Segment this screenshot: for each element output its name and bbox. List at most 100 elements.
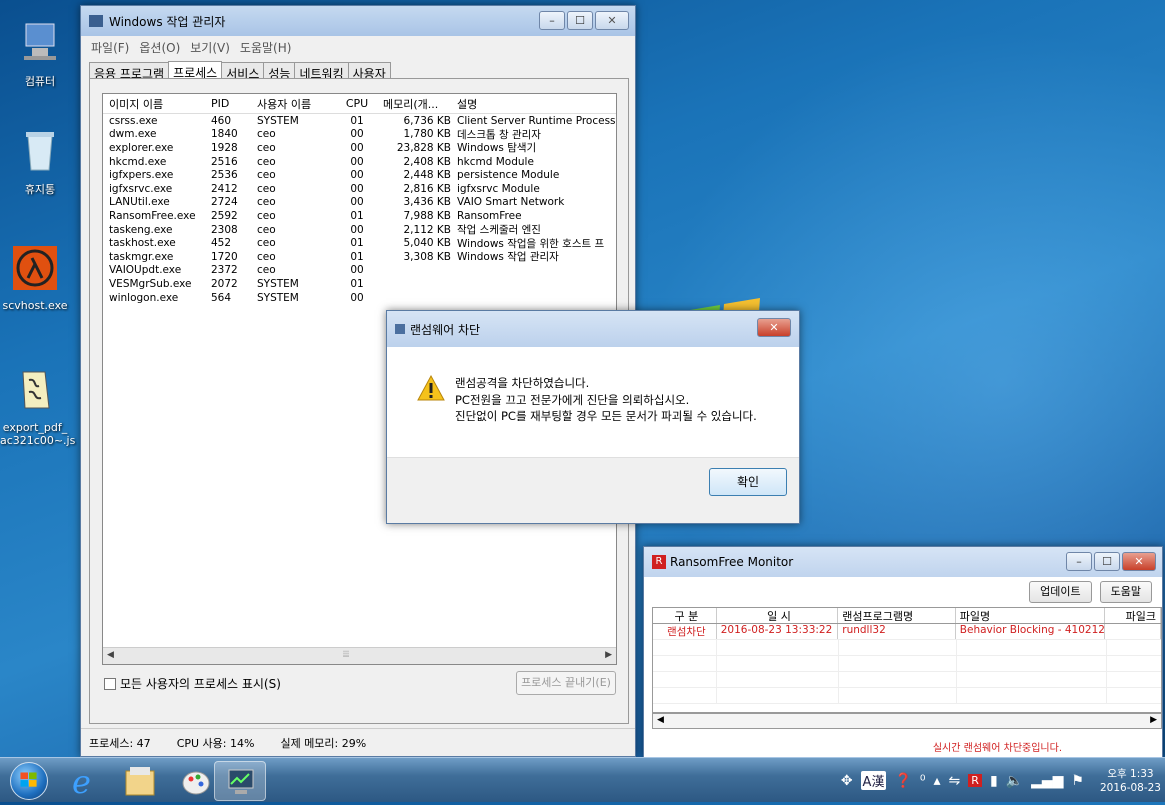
menu-help[interactable]: 도움말(H) — [240, 39, 292, 56]
table-row[interactable]: RansomFree.exe 2592 ceo 01 7,988 KB RansomFre… — [103, 209, 616, 223]
update-button[interactable]: 업데이트 — [1029, 581, 1092, 603]
status-bar: 프로세스: 47 CPU 사용: 14% 실제 메모리: 29% — [81, 728, 635, 756]
menu-file[interactable]: 파일(F) — [91, 39, 129, 56]
table-row[interactable]: taskeng.exe 2308 ceo 00 2,112 KB 작업 스케줄러 엔진 — [103, 223, 616, 237]
dialog-footer: 확인 — [387, 457, 799, 523]
column-description[interactable]: 설명 — [457, 96, 616, 112]
close-button[interactable]: ✕ — [595, 11, 629, 30]
table-row[interactable]: dwm.exe 1840 ceo 00 1,780 KB 데스크톱 창 관리자 — [103, 128, 616, 142]
table-cell: 01 — [350, 250, 364, 263]
column-image-name[interactable]: 이미지 이름 — [103, 96, 211, 112]
rf-col-program[interactable]: 랜섬프로그램명 — [838, 608, 956, 623]
table-cell: RansomFree — [457, 209, 522, 222]
desktop-icon-export-js[interactable]: export_pdf_ ac321c00~.js — [0, 368, 75, 447]
table-cell: 3,308 KB — [403, 250, 452, 263]
table-row[interactable]: hkcmd.exe 2516 ceo 00 2,408 KB hkcmd Module — [103, 155, 616, 169]
table-row[interactable]: csrss.exe 460 SYSTEM 01 6,736 KB Client Serve… — [103, 114, 616, 128]
rf-close-button[interactable]: ✕ — [1122, 552, 1156, 571]
table-row[interactable]: igfxsrvc.exe 2412 ceo 00 2,816 KB igfxsrvc Mo… — [103, 182, 616, 196]
table-cell: 00 — [350, 223, 364, 236]
table-row[interactable]: taskhost.exe 452 ceo 01 5,040 KB Windows 작업을 … — [103, 236, 616, 250]
table-cell: 2536 — [211, 169, 238, 182]
device-icon[interactable]: ▮ — [990, 773, 998, 789]
taskbar-explorer[interactable] — [114, 761, 166, 801]
desktop-icon-label: 컴퓨터 — [24, 75, 56, 88]
help-button[interactable]: 도움말 — [1099, 581, 1152, 603]
menu-bar: 파일(F) 옵션(O) 보기(V) 도움말(H) — [81, 36, 635, 58]
maximize-button[interactable]: ☐ — [567, 11, 593, 30]
half-life-lambda-icon — [13, 246, 57, 290]
scroll-left-icon[interactable]: ◀ — [107, 650, 114, 660]
scroll-right-icon[interactable]: ▶ — [605, 650, 612, 660]
table-row[interactable]: LANUtil.exe 2724 ceo 00 3,436 KB VAIO Smart N… — [103, 196, 616, 210]
title-bar[interactable]: Windows 작업 관리자 – ☐ ✕ — [81, 6, 635, 36]
scroll-thumb-grip-icon: ⦙⦙⦙ — [343, 650, 350, 660]
desktop-icon-scvhost[interactable]: scvhost.exe — [0, 246, 70, 312]
table-row[interactable]: explorer.exe 1928 ceo 00 23,828 KB Windows 탐색… — [103, 141, 616, 155]
column-memory[interactable]: 메모리(개... — [377, 96, 457, 112]
action-center-flag-icon[interactable]: ⚑ — [1071, 773, 1084, 789]
rf-title-bar[interactable]: R RansomFree Monitor – ☐ ✕ — [644, 547, 1162, 577]
rf-col-filename[interactable]: 파일명 — [956, 608, 1106, 623]
show-hidden-icons-icon[interactable]: ▴ — [934, 773, 941, 789]
table-row[interactable]: igfxpers.exe 2536 ceo 00 2,448 KB persistence… — [103, 168, 616, 182]
menu-view[interactable]: 보기(V) — [190, 39, 230, 56]
menu-options[interactable]: 옵션(O) — [139, 39, 180, 56]
desktop-icon-computer[interactable]: 컴퓨터 — [5, 20, 75, 89]
table-cell: 452 — [211, 237, 232, 250]
table-row[interactable]: taskmgr.exe 1720 ceo 01 3,308 KB Windows 작업 관… — [103, 250, 616, 264]
dialog-title-bar[interactable]: 랜섬웨어 차단 ✕ — [387, 311, 799, 347]
desktop-icon-recycle-bin[interactable]: 휴지통 — [5, 128, 75, 197]
table-cell: hkcmd Module — [457, 155, 534, 168]
end-process-button[interactable]: 프로세스 끝내기(E) — [516, 671, 616, 695]
table-row[interactable]: VAIOUpdt.exe 2372 ceo 00 — [103, 264, 616, 278]
rf-col-filesize[interactable]: 파일크 — [1105, 608, 1161, 623]
ransomfree-tray-icon[interactable]: R — [968, 774, 982, 787]
table-cell: taskhost.exe — [109, 237, 176, 250]
signal-icon[interactable]: ▂▄▆ — [1031, 773, 1063, 789]
rf-col-datetime[interactable]: 일 시 — [717, 608, 839, 623]
table-cell: winlogon.exe — [109, 291, 179, 304]
horizontal-scrollbar[interactable]: ◀ ⦙⦙⦙ ▶ — [103, 647, 616, 664]
minimize-button[interactable]: – — [539, 11, 565, 30]
script-file-icon — [22, 371, 50, 409]
dialog-close-button[interactable]: ✕ — [757, 318, 791, 337]
rf-horizontal-scrollbar[interactable]: ◀ ▶ — [652, 713, 1162, 729]
table-row[interactable]: VESMgrSub.exe 2072 SYSTEM 01 — [103, 277, 616, 291]
table-cell: taskeng.exe — [109, 223, 173, 236]
rf-toolbar: 업데이트 도움말 — [1029, 581, 1152, 603]
rf-col-type[interactable]: 구 분 — [653, 608, 717, 623]
ime-help-icon[interactable]: ❓ — [894, 773, 911, 789]
table-cell: 1928 — [211, 141, 238, 154]
table-cell: taskmgr.exe — [109, 250, 174, 263]
table-cell: igfxsrvc Module — [457, 182, 540, 195]
show-all-users-checkbox[interactable]: 모든 사용자의 프로세스 표시(S) — [104, 675, 281, 692]
taskbar-ie[interactable]: e — [58, 761, 110, 801]
ime-indicator[interactable]: A漢 — [860, 771, 887, 790]
rf-scroll-right-icon[interactable]: ▶ — [1150, 715, 1157, 725]
ok-button[interactable]: 확인 — [709, 468, 787, 496]
internet-explorer-icon: e — [72, 763, 91, 801]
sync-icon[interactable]: ⇋ — [949, 773, 961, 789]
checkbox-box[interactable] — [104, 677, 116, 690]
network-tools-icon[interactable]: ✥ — [841, 773, 853, 789]
start-button[interactable] — [10, 762, 48, 800]
table-cell: 2724 — [211, 196, 238, 209]
status-memory: 실제 메모리: 29% — [280, 736, 367, 750]
clock[interactable]: 오후 1:33 2016-08-23 — [1100, 767, 1161, 795]
table-cell: SYSTEM — [257, 114, 299, 127]
table-cell: ceo — [257, 264, 276, 277]
table-row[interactable]: 랜섬차단 2016-08-23 13:33:22 rundll32 Behavi… — [653, 624, 1161, 640]
table-cell: 1,780 KB — [403, 128, 452, 141]
volume-icon[interactable]: 🔈 — [1006, 773, 1023, 789]
ime-settings-icon[interactable]: ⁰ — [920, 773, 926, 789]
rf-window-title: RansomFree Monitor — [670, 555, 794, 569]
table-row[interactable]: winlogon.exe 564 SYSTEM 00 — [103, 291, 616, 305]
rf-minimize-button[interactable]: – — [1066, 552, 1092, 571]
column-user-name[interactable]: 사용자 이름 — [257, 96, 337, 112]
taskbar-task-manager[interactable] — [214, 761, 266, 801]
rf-maximize-button[interactable]: ☐ — [1094, 552, 1120, 571]
column-pid[interactable]: PID — [211, 97, 257, 110]
column-cpu[interactable]: CPU — [337, 97, 377, 110]
rf-scroll-left-icon[interactable]: ◀ — [657, 715, 664, 725]
